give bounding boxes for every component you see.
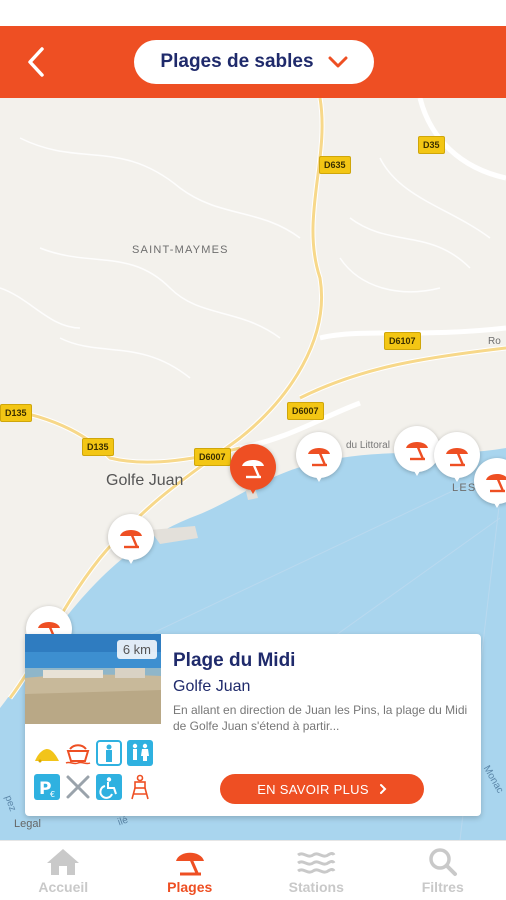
road-label: D6007 <box>194 448 231 466</box>
restaurant-icon <box>64 772 92 802</box>
beach-marker[interactable] <box>394 426 440 476</box>
tab-label: Accueil <box>38 879 89 895</box>
road-label: D6107 <box>384 332 421 350</box>
shower-icon <box>95 738 123 768</box>
beach-marker-selected[interactable] <box>230 444 276 494</box>
beach-umbrella-icon <box>406 442 428 461</box>
tab-label: Plages <box>167 879 213 895</box>
beach-umbrella-icon <box>120 530 142 549</box>
road-label: D635 <box>319 156 351 174</box>
tab-label: Filtres <box>421 879 464 895</box>
tab-filtres[interactable]: Filtres <box>380 841 506 900</box>
bottom-tab-bar: Accueil Plages Stations Filtres <box>0 840 506 900</box>
beach-marker[interactable] <box>296 432 342 482</box>
category-selector-label: Plages de sables <box>160 51 314 72</box>
search-icon <box>429 848 457 876</box>
home-icon <box>47 849 80 875</box>
sand-icon <box>33 738 61 768</box>
beach-description: En allant en direction de Juan les Pins,… <box>173 703 468 733</box>
back-button[interactable] <box>18 44 54 80</box>
beach-umbrella-icon <box>486 474 506 493</box>
chevron-right-icon <box>379 784 387 794</box>
road-label: D6007 <box>287 402 324 420</box>
beach-umbrella-icon <box>308 448 330 467</box>
accessibility-icon <box>95 772 123 802</box>
waves-icon <box>297 852 336 874</box>
more-info-button-label: EN SAVOIR PLUS <box>257 781 369 797</box>
road-label: D135 <box>0 404 32 422</box>
beach-name: Plage du Midi <box>173 650 296 671</box>
road-label: D135 <box>82 438 114 456</box>
beach-town: Golfe Juan <box>173 678 251 695</box>
town-label: Golfe Juan <box>106 472 184 489</box>
edge-label: LES <box>452 482 477 494</box>
more-info-button[interactable]: EN SAVOIR PLUS <box>220 774 424 804</box>
distance-badge: 6 km <box>116 640 157 659</box>
edge-label: Ro <box>488 336 501 347</box>
tab-stations[interactable]: Stations <box>253 841 380 900</box>
road-label: D35 <box>418 136 445 154</box>
tab-plages[interactable]: Plages <box>127 841 254 900</box>
boat-icon <box>64 738 92 768</box>
place-label: SAINT-MAYMES <box>132 244 229 256</box>
top-bar: Plages de sables <box>0 26 506 98</box>
beach-info-card[interactable]: 6 km Plage du Midi Golfe Juan En allant … <box>25 634 481 816</box>
toilets-icon <box>126 738 154 768</box>
beach-umbrella-icon <box>242 460 264 479</box>
beach-umbrella-icon <box>446 448 468 467</box>
parking-icon: P € <box>33 772 61 802</box>
amenities-grid: P € <box>33 738 159 802</box>
category-selector[interactable]: Plages de sables <box>134 40 374 84</box>
beach-umbrella-icon <box>175 852 204 876</box>
beach-marker[interactable] <box>434 432 480 482</box>
svg-text:€: € <box>50 790 55 799</box>
status-bar <box>0 0 506 26</box>
beach-photo: 6 km <box>25 634 161 724</box>
tab-accueil[interactable]: Accueil <box>0 841 127 900</box>
lifeguard-icon <box>126 772 154 802</box>
chevron-left-icon <box>28 47 44 77</box>
street-label: du Littoral <box>346 440 390 451</box>
beach-marker[interactable] <box>108 514 154 564</box>
chevron-down-icon <box>328 56 348 68</box>
tab-label: Stations <box>288 879 344 895</box>
map-legal-link[interactable]: Legal <box>14 818 41 830</box>
